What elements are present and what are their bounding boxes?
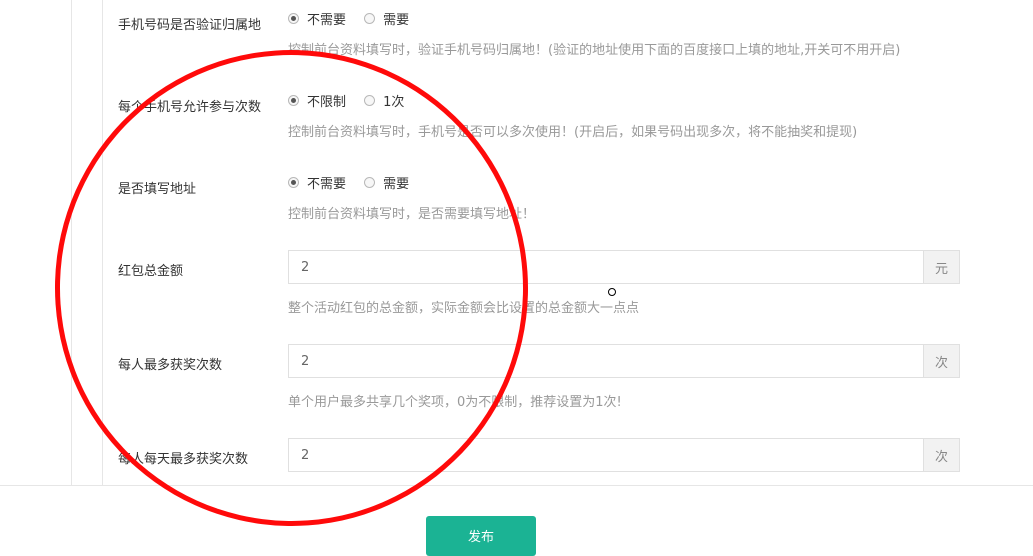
radio-unchecked-icon bbox=[364, 95, 376, 106]
radio-checked-icon bbox=[288, 177, 299, 188]
form-label: 每人最多获奖次数 bbox=[118, 358, 223, 373]
radio-checked-icon bbox=[288, 13, 299, 24]
form-label: 每个手机号允许参与次数 bbox=[118, 100, 262, 115]
input-group: 元 bbox=[288, 250, 960, 284]
radio-option-yes[interactable]: 需要 bbox=[364, 9, 409, 28]
unit-addon: 元 bbox=[923, 251, 959, 283]
radio-option-once[interactable]: 1次 bbox=[364, 91, 404, 110]
form-label: 红包总金额 bbox=[118, 264, 184, 279]
layout-divider bbox=[71, 0, 72, 486]
help-text: 整个活动红包的总金额，实际金额会比设置的总金额大一点点 bbox=[288, 301, 640, 316]
radio-group: 不需要 需要 bbox=[288, 9, 423, 28]
radio-unchecked-icon bbox=[364, 177, 376, 188]
radio-option-yes[interactable]: 需要 bbox=[364, 173, 409, 192]
radio-unchecked-icon bbox=[364, 13, 376, 24]
publish-button[interactable]: 发布 bbox=[426, 516, 536, 556]
radio-option-no[interactable]: 不需要 bbox=[288, 9, 346, 28]
max-wins-input[interactable] bbox=[289, 345, 923, 377]
form-label: 每人每天最多获奖次数 bbox=[118, 452, 249, 467]
form-label: 是否填写地址 bbox=[118, 182, 197, 197]
total-amount-input[interactable] bbox=[289, 251, 923, 283]
form-label: 手机号码是否验证归属地 bbox=[118, 18, 262, 33]
layout-divider bbox=[102, 0, 103, 486]
max-daily-wins-input[interactable] bbox=[289, 439, 923, 471]
mouse-cursor-icon bbox=[608, 288, 616, 296]
radio-option-no[interactable]: 不需要 bbox=[288, 173, 346, 192]
help-text: 控制前台资料填写时，验证手机号码归属地！(验证的地址使用下面的百度接口上填的地址… bbox=[288, 43, 901, 58]
unit-addon: 次 bbox=[923, 345, 959, 377]
radio-option-unlimited[interactable]: 不限制 bbox=[288, 91, 346, 110]
radio-group: 不需要 需要 bbox=[288, 173, 423, 192]
help-text: 单个用户最多共享几个奖项，0为不限制，推荐设置为1次! bbox=[288, 395, 622, 410]
input-group: 次 bbox=[288, 344, 960, 378]
radio-group: 不限制 1次 bbox=[288, 91, 418, 110]
help-text: 控制前台资料填写时，手机号是否可以多次使用！(开启后，如果号码出现多次，将不能抽… bbox=[288, 125, 858, 140]
input-group: 次 bbox=[288, 438, 960, 472]
help-text: 控制前台资料填写时，是否需要填写地址！ bbox=[288, 207, 536, 222]
unit-addon: 次 bbox=[923, 439, 959, 471]
form-footer-divider bbox=[0, 485, 1033, 486]
radio-checked-icon bbox=[288, 95, 299, 106]
